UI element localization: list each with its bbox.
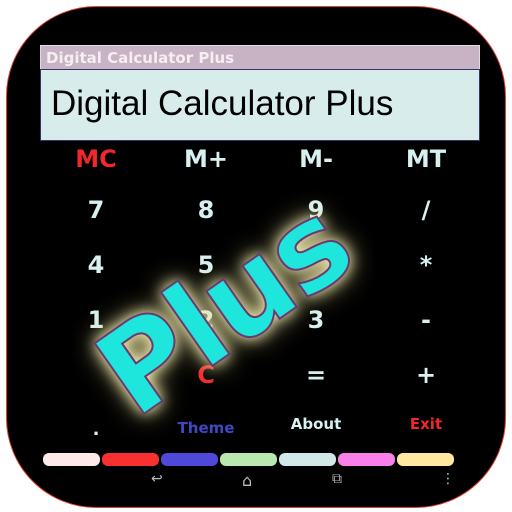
key-divide[interactable]: / <box>371 196 481 224</box>
memory-row: MC M+ M- MT <box>41 145 481 173</box>
navigation-bar: ↩ ⌂ ⧉ ⋮ <box>7 467 505 491</box>
mt-button[interactable]: MT <box>371 145 481 173</box>
title-bar: Digital Calculator Plus <box>40 45 480 71</box>
about-button[interactable]: About <box>261 415 371 440</box>
m-plus-button[interactable]: M+ <box>151 145 261 173</box>
key-multiply[interactable]: * <box>371 251 481 279</box>
key-plus[interactable]: + <box>371 361 481 389</box>
key-7[interactable]: 7 <box>41 196 151 224</box>
calculator-display: Digital Calculator Plus <box>40 69 480 141</box>
theme-color-swatch[interactable] <box>279 453 336 466</box>
equals-button[interactable]: = <box>261 361 371 389</box>
theme-color-swatch[interactable] <box>338 453 395 466</box>
menu-icon[interactable]: ⋮ <box>441 471 455 487</box>
theme-color-swatch[interactable] <box>161 453 218 466</box>
recents-icon[interactable]: ⧉ <box>332 471 342 487</box>
key-minus[interactable]: - <box>371 306 481 334</box>
menu-row: . Theme About Exit <box>41 415 481 440</box>
key-4[interactable]: 4 <box>41 251 151 279</box>
theme-color-swatch[interactable] <box>397 453 454 466</box>
display-value: Digital Calculator Plus <box>51 84 394 123</box>
m-minus-button[interactable]: M- <box>261 145 371 173</box>
theme-color-swatch[interactable] <box>43 453 100 466</box>
theme-color-swatch[interactable] <box>220 453 277 466</box>
theme-color-bar <box>43 453 454 466</box>
app-title: Digital Calculator Plus <box>46 49 235 67</box>
app-icon-frame: Digital Calculator Plus Digital Calculat… <box>6 6 506 508</box>
exit-button[interactable]: Exit <box>371 415 481 440</box>
back-icon[interactable]: ↩ <box>151 471 163 487</box>
home-icon[interactable]: ⌂ <box>242 471 252 490</box>
theme-color-swatch[interactable] <box>102 453 159 466</box>
mc-button[interactable]: MC <box>41 145 151 173</box>
